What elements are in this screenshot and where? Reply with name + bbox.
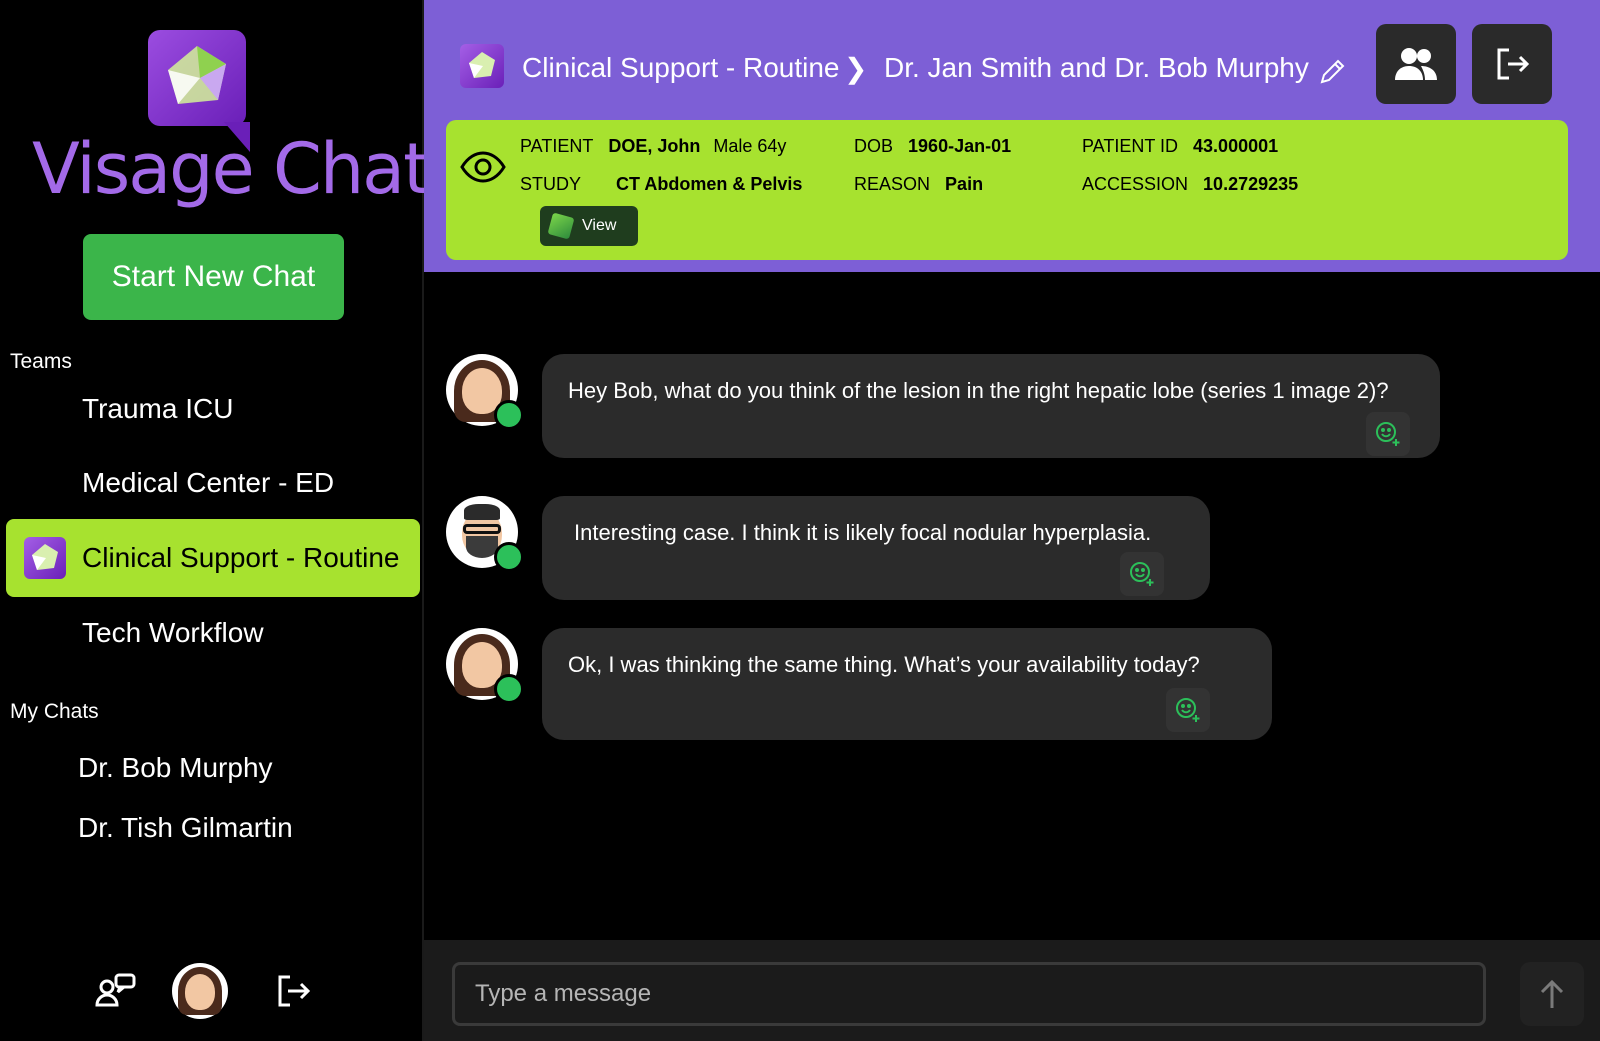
- dob-field: DOB 1960-Jan-01: [854, 136, 1011, 157]
- accession-value: 10.2729235: [1203, 174, 1299, 194]
- patient-info-card: PATIENT DOE, John Male 64y STUDY CT Abdo…: [446, 120, 1568, 260]
- breadcrumb-chevron-icon: ❯: [844, 53, 868, 84]
- team-item-clinical-support-routine[interactable]: Clinical Support - Routine: [6, 519, 420, 597]
- message-bubble: Hey Bob, what do you think of the lesion…: [542, 354, 1440, 458]
- reason-field: REASON Pain: [854, 174, 983, 195]
- exit-icon: [1497, 48, 1530, 80]
- add-reaction-icon[interactable]: [1166, 688, 1210, 732]
- my-chats-section-label: My Chats: [10, 700, 99, 723]
- online-status-indicator: [494, 674, 524, 704]
- team-item-label: Medical Center - ED: [82, 467, 335, 498]
- online-status-indicator: [494, 542, 524, 572]
- participants-icon: [1395, 48, 1437, 80]
- add-reaction-icon[interactable]: [1366, 412, 1410, 456]
- message-row: [446, 496, 524, 572]
- chat-item-bob-murphy[interactable]: Dr. Bob Murphy: [78, 752, 273, 784]
- patient-sex-age: Male 64y: [713, 136, 787, 156]
- message-bubble: Interesting case. I think it is likely f…: [542, 496, 1210, 600]
- send-button[interactable]: [1520, 962, 1584, 1026]
- avatar-jan-smith[interactable]: [446, 354, 524, 430]
- avatar-bob-murphy[interactable]: [446, 496, 524, 572]
- view-button-label: View: [582, 217, 617, 234]
- start-new-chat-button[interactable]: Start New Chat: [83, 234, 344, 320]
- eye-icon[interactable]: [460, 150, 506, 189]
- patient-name: DOE, John: [608, 136, 701, 156]
- exit-conversation-button[interactable]: [1472, 24, 1552, 104]
- logo-wordmark: Visage Chat®: [32, 128, 441, 210]
- user-avatar-image: [172, 963, 228, 1019]
- study-field: STUDY CT Abdomen & Pelvis: [520, 174, 802, 195]
- conversation-header: Clinical Support - Routine ❯ Dr. Jan Smi…: [424, 0, 1600, 272]
- message-row: [446, 628, 524, 704]
- dob-value: 1960-Jan-01: [908, 136, 1012, 156]
- patient-id-field: PATIENT ID 43.000001: [1082, 136, 1278, 157]
- accession-field: ACCESSION 10.2729235: [1082, 174, 1298, 195]
- team-item-medical-center-ed[interactable]: Medical Center - ED: [6, 444, 420, 522]
- team-item-label: Clinical Support - Routine: [82, 542, 400, 573]
- message-input[interactable]: [452, 962, 1486, 1026]
- pencil-icon[interactable]: [1318, 56, 1348, 91]
- online-status-indicator: [494, 400, 524, 430]
- team-item-trauma-icu[interactable]: Trauma ICU: [6, 370, 420, 448]
- team-logo-icon: [24, 537, 66, 579]
- main-panel: Clinical Support - Routine ❯ Dr. Jan Smi…: [424, 0, 1600, 1041]
- sidebar: Visage Chat® Start New Chat Teams Trauma…: [0, 0, 441, 1041]
- reason-label: REASON: [854, 174, 931, 194]
- logout-icon[interactable]: [264, 963, 320, 1019]
- breadcrumb-team[interactable]: Clinical Support - Routine: [522, 52, 840, 84]
- study-value: CT Abdomen & Pelvis: [616, 174, 803, 194]
- avatar-jan-smith[interactable]: [446, 628, 524, 704]
- team-item-label: Tech Workflow: [82, 617, 264, 648]
- patient-label: PATIENT: [520, 136, 594, 156]
- user-avatar[interactable]: [172, 963, 228, 1019]
- sidebar-footer: [0, 941, 424, 1041]
- breadcrumb-conversation: Dr. Jan Smith and Dr. Bob Murphy: [884, 52, 1309, 83]
- logo-word-chat: Chat: [272, 128, 431, 210]
- view-gem-icon: [547, 212, 575, 240]
- send-arrow-icon: [1540, 979, 1564, 1008]
- study-label: STUDY: [520, 174, 582, 194]
- accession-label: ACCESSION: [1082, 174, 1189, 194]
- message-text: Interesting case. I think it is likely f…: [574, 520, 1152, 545]
- avatar-face: [185, 974, 215, 1010]
- visage-chat-logo: Visage Chat®: [32, 28, 441, 218]
- view-study-button[interactable]: View: [540, 206, 638, 246]
- team-logo-icon: [460, 44, 504, 88]
- message-composer: [424, 940, 1600, 1041]
- dob-label: DOB: [854, 136, 894, 156]
- patient-field: PATIENT DOE, John Male 64y: [520, 136, 786, 157]
- message-row: [446, 354, 524, 430]
- message-bubble: Ok, I was thinking the same thing. What’…: [542, 628, 1272, 740]
- patient-id-value: 43.000001: [1193, 136, 1279, 156]
- message-text: Hey Bob, what do you think of the lesion…: [568, 378, 1389, 403]
- add-reaction-icon[interactable]: [1120, 552, 1164, 596]
- chat-item-tish-gilmartin[interactable]: Dr. Tish Gilmartin: [78, 812, 293, 844]
- reason-value: Pain: [945, 174, 984, 194]
- team-item-tech-workflow[interactable]: Tech Workflow: [6, 594, 420, 672]
- chat-people-icon[interactable]: [88, 963, 144, 1019]
- patient-id-label: PATIENT ID: [1082, 136, 1179, 156]
- team-item-label: Trauma ICU: [82, 393, 234, 424]
- participants-button[interactable]: [1376, 24, 1456, 104]
- logo-mark-icon: [148, 30, 250, 152]
- logo-word-visage: Visage: [32, 128, 255, 210]
- message-text: Ok, I was thinking the same thing. What’…: [568, 652, 1200, 677]
- avatar-hair: [464, 504, 500, 520]
- avatar-glasses: [463, 524, 501, 534]
